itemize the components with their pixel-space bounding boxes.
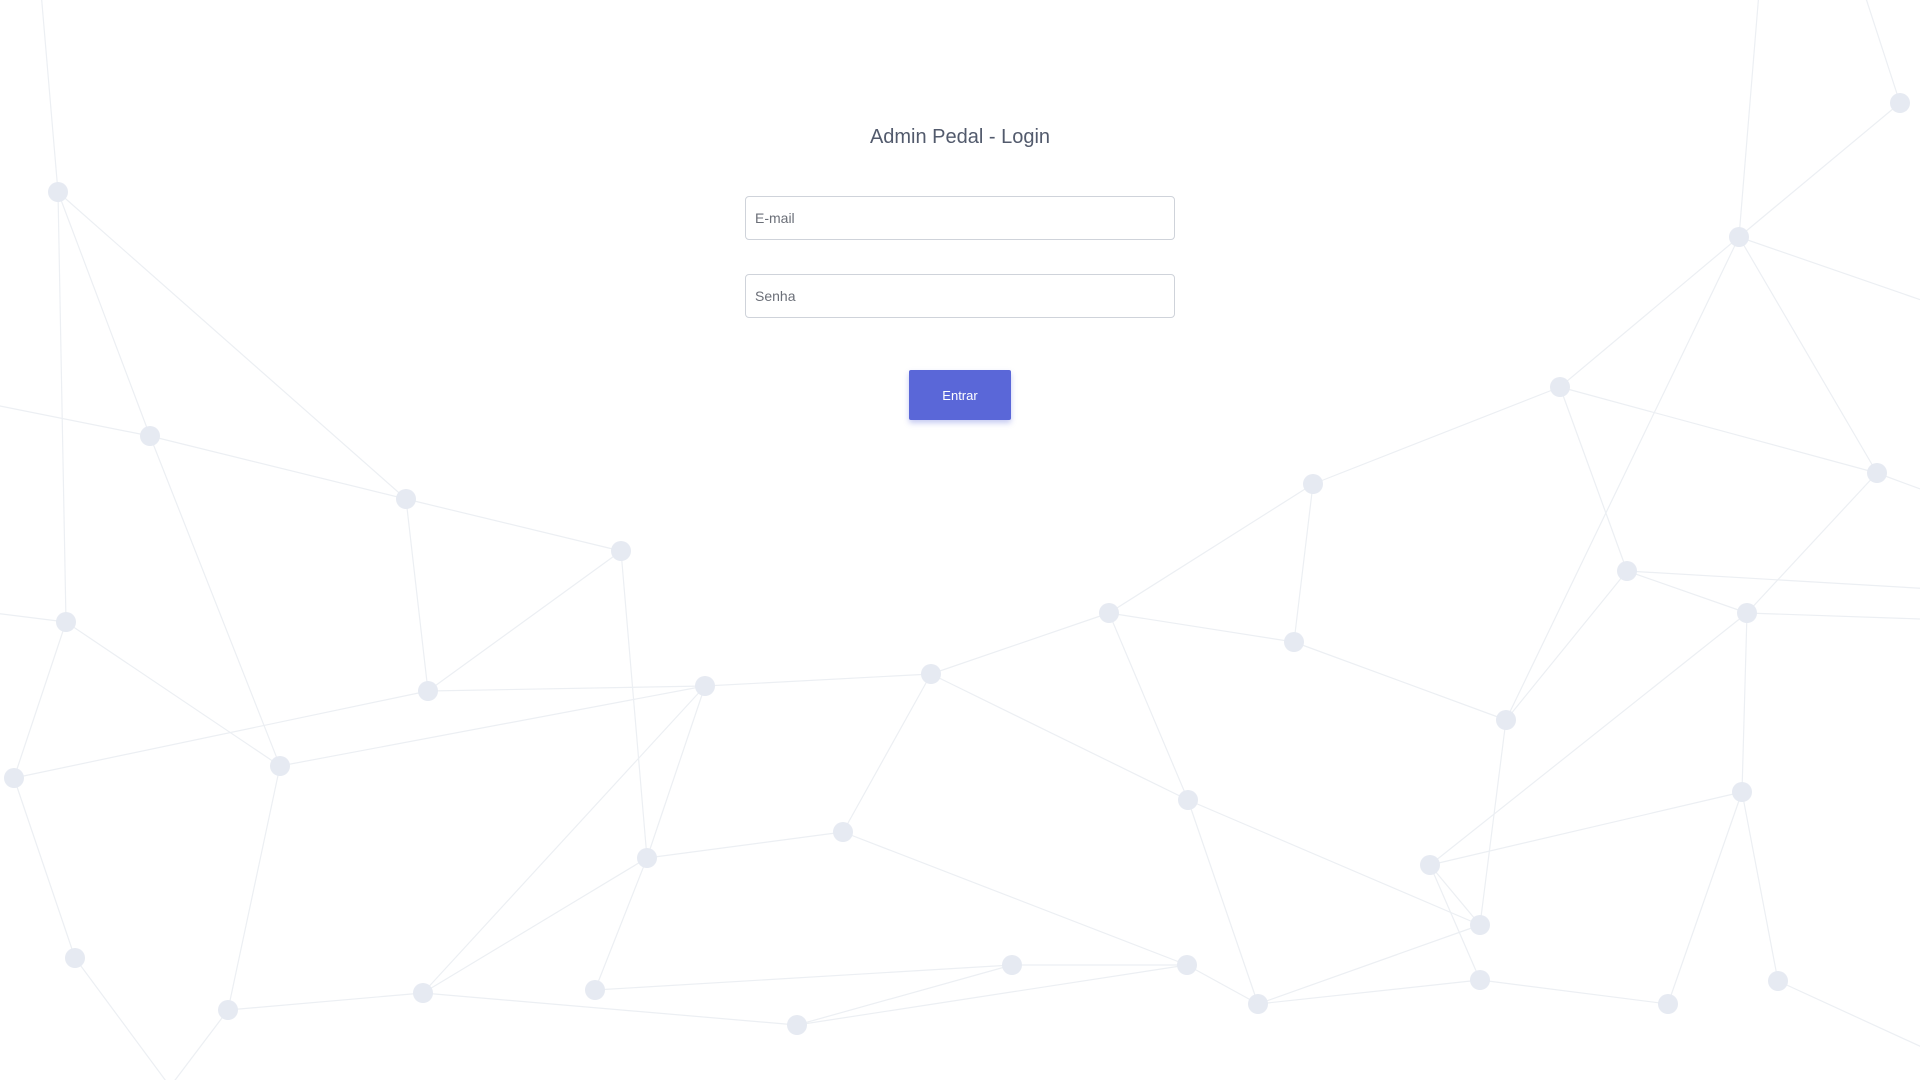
- password-field[interactable]: [745, 274, 1175, 318]
- email-field[interactable]: [745, 196, 1175, 240]
- login-button[interactable]: Entrar: [909, 370, 1011, 420]
- page-title: Admin Pedal - Login: [869, 126, 1051, 148]
- login-form: Admin Pedal - Login Entrar: [0, 0, 1920, 1080]
